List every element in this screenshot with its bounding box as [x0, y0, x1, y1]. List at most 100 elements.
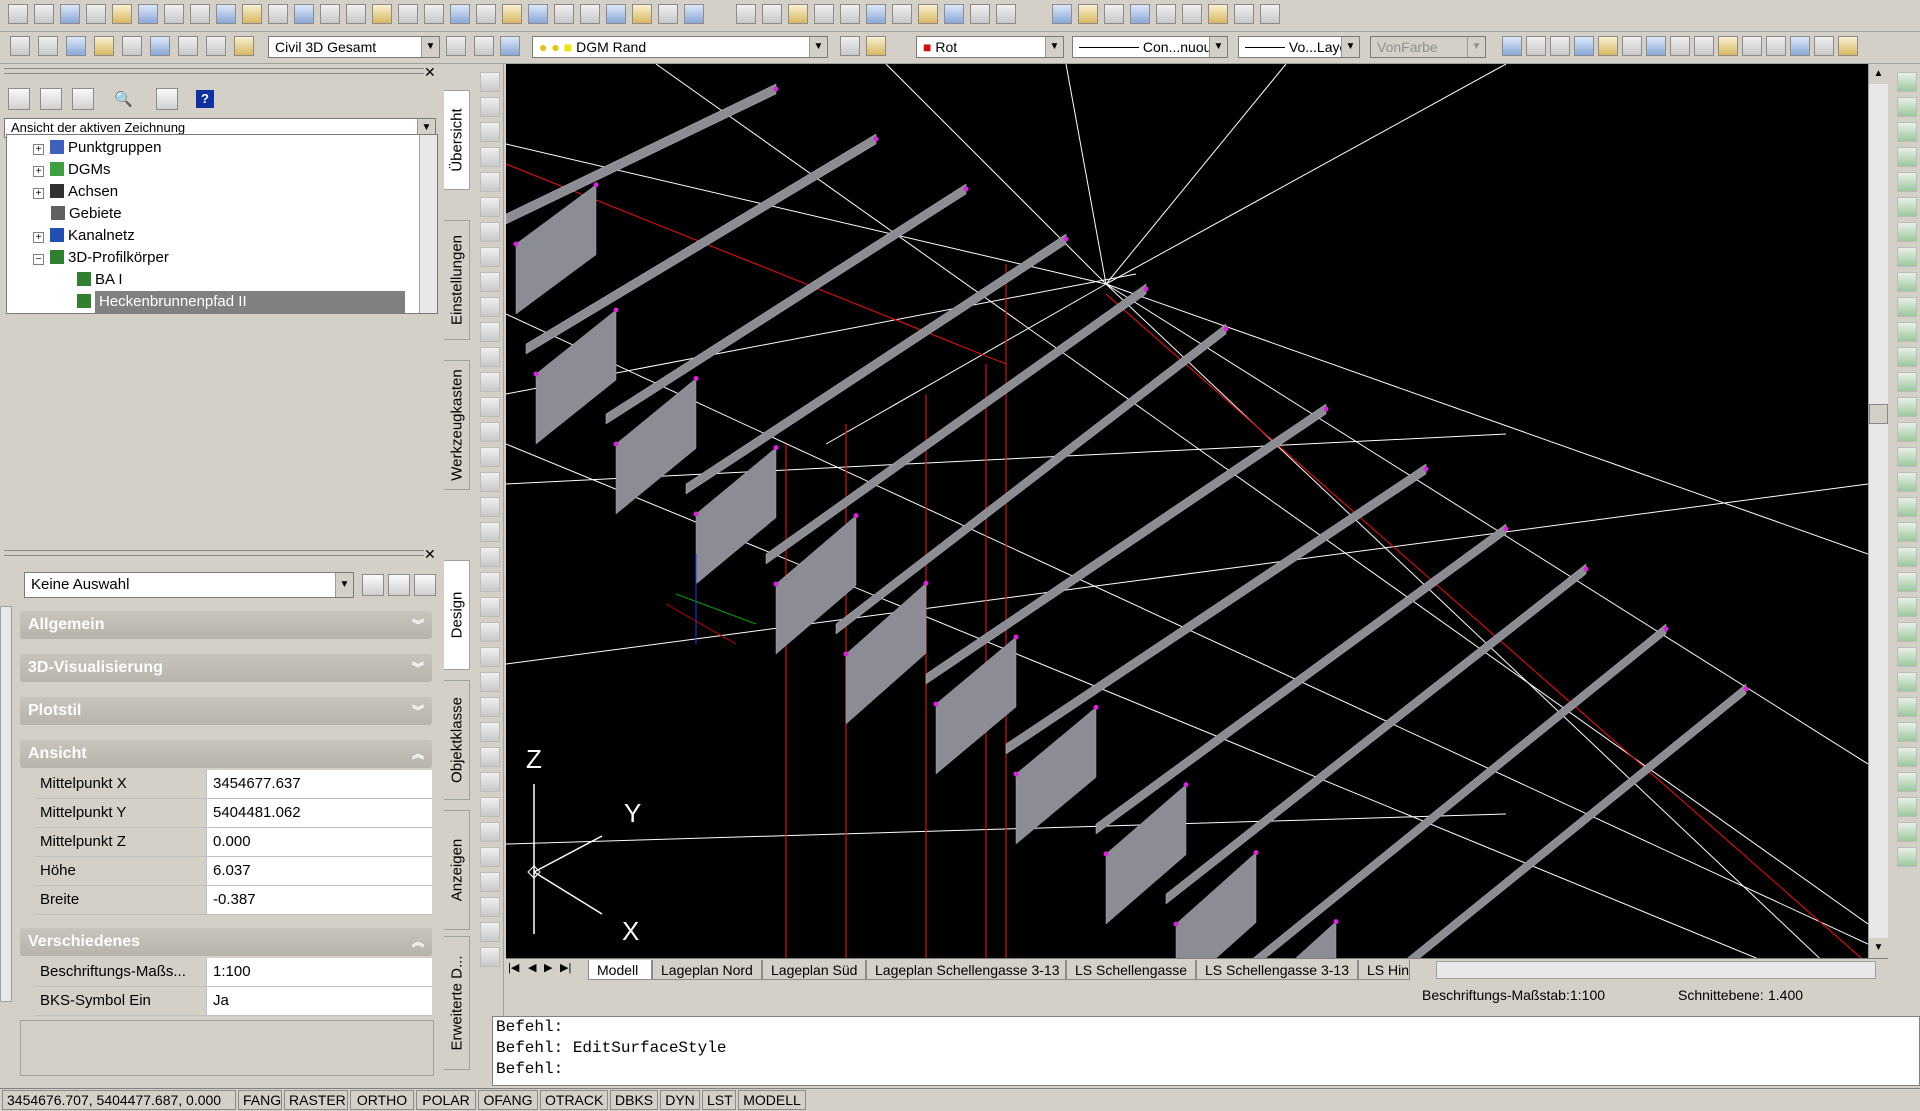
modify-tool-button[interactable] — [1897, 247, 1917, 267]
status-toggle-button[interactable]: MODELL — [738, 1090, 806, 1110]
tree-item[interactable]: BA I — [77, 269, 123, 291]
property-value[interactable]: Ja — [206, 987, 432, 1015]
color-combo[interactable]: ■ Rot ▼ — [916, 36, 1064, 58]
draw-tool-button[interactable] — [480, 722, 500, 742]
toolbar-button[interactable] — [424, 4, 444, 24]
draw-tool-button[interactable] — [480, 97, 500, 117]
property-row[interactable]: Beschriftungs-Maßs... 1:100 — [36, 958, 432, 987]
toolbar-button[interactable] — [372, 4, 392, 24]
properties-scrollbar[interactable] — [0, 606, 12, 1002]
modify-tool-button[interactable] — [1897, 272, 1917, 292]
layout-tab[interactable]: Lageplan Schellengasse 3-13 — [866, 960, 1066, 980]
workspace-combo[interactable]: Civil 3D Gesamt ▼ — [268, 36, 440, 58]
modify-tool-button[interactable] — [1897, 697, 1917, 717]
toolbar-button[interactable] — [446, 36, 466, 56]
layout-tab[interactable]: Lageplan Süd — [762, 960, 866, 980]
draw-tool-button[interactable] — [480, 922, 500, 942]
section-ansicht[interactable]: Ansicht ︽ — [20, 740, 432, 768]
draw-tool-button[interactable] — [480, 222, 500, 242]
modify-tool-button[interactable] — [1897, 197, 1917, 217]
modify-tool-button[interactable] — [1897, 447, 1917, 467]
expand-toggle-icon[interactable]: + — [33, 166, 44, 177]
chevron-down-icon[interactable]: ▼ — [1467, 37, 1485, 57]
toolbar-button[interactable] — [1104, 4, 1124, 24]
draw-tool-button[interactable] — [480, 347, 500, 367]
tab-erweiterte-darstellung[interactable]: Erweiterte D... — [444, 936, 470, 1070]
status-toggle-button[interactable]: DBKS — [610, 1090, 658, 1110]
toolbar-button[interactable] — [996, 4, 1016, 24]
modify-tool-button[interactable] — [1897, 822, 1917, 842]
modify-tool-button[interactable] — [1897, 147, 1917, 167]
toolbar-button[interactable] — [918, 4, 938, 24]
modify-tool-button[interactable] — [1897, 747, 1917, 767]
toolbar-button[interactable] — [814, 4, 834, 24]
draw-tool-button[interactable] — [480, 122, 500, 142]
draw-tool-button[interactable] — [480, 572, 500, 592]
scale-value[interactable]: 1:100 — [1570, 982, 1605, 1008]
modify-tool-button[interactable] — [1897, 72, 1917, 92]
toolbar-button[interactable] — [66, 36, 86, 56]
toolbar-button[interactable] — [1694, 36, 1714, 56]
toolbar-button[interactable] — [554, 4, 574, 24]
property-row[interactable]: Mittelpunkt Z 0.000 — [36, 828, 432, 857]
toolbar-button[interactable] — [1234, 4, 1254, 24]
modify-tool-button[interactable] — [1897, 797, 1917, 817]
modify-tool-button[interactable] — [1897, 222, 1917, 242]
toolbar-button[interactable] — [762, 4, 782, 24]
draw-tool-button[interactable] — [480, 272, 500, 292]
status-toggle-button[interactable]: DYN — [660, 1090, 700, 1110]
panel-grip[interactable] — [4, 550, 424, 556]
modify-tool-button[interactable] — [1897, 672, 1917, 692]
draw-tool-button[interactable] — [480, 672, 500, 692]
toolbar-button[interactable] — [294, 4, 314, 24]
coordinate-display[interactable]: 3454676.707, 5404477.687, 0.000 — [2, 1090, 236, 1110]
tab-uebersicht[interactable]: Übersicht — [444, 90, 470, 190]
modify-tool-button[interactable] — [1897, 572, 1917, 592]
tab-nav-last[interactable]: ▶| — [560, 961, 571, 974]
property-value[interactable]: 6.037 — [206, 857, 432, 885]
toolbar-button[interactable] — [658, 4, 678, 24]
modify-tool-button[interactable] — [1897, 647, 1917, 667]
property-value[interactable]: 0.000 — [206, 828, 432, 856]
toolbar-button[interactable] — [1550, 36, 1570, 56]
toolbar-button[interactable] — [632, 4, 652, 24]
draw-tool-button[interactable] — [480, 897, 500, 917]
toolbar-button[interactable] — [1574, 36, 1594, 56]
modify-tool-button[interactable] — [1897, 597, 1917, 617]
help-icon[interactable]: ? — [196, 90, 214, 108]
section-verschiedenes[interactable]: Verschiedenes ︽ — [20, 928, 432, 956]
modify-tool-button[interactable] — [1897, 397, 1917, 417]
draw-tool-button[interactable] — [480, 522, 500, 542]
toolbar-button[interactable] — [112, 4, 132, 24]
property-value[interactable]: -0.387 — [206, 886, 432, 914]
property-row[interactable]: BKS-Symbol Ein Ja — [36, 987, 432, 1016]
toolbar-button[interactable] — [34, 4, 54, 24]
command-prompt[interactable]: Befehl: — [496, 1059, 1919, 1080]
toolbar-button[interactable] — [476, 4, 496, 24]
command-window[interactable]: Befehl: Befehl: EditSurfaceStyle Befehl: — [492, 1016, 1920, 1086]
modify-tool-button[interactable] — [1897, 472, 1917, 492]
toolbar-button[interactable] — [528, 4, 548, 24]
layout-hscroll[interactable] — [1436, 961, 1876, 979]
toolbar-button[interactable] — [788, 4, 808, 24]
layer-combo[interactable]: ● ● ■ DGM Rand ▼ — [532, 36, 828, 58]
tab-nav-first[interactable]: |◀ — [508, 961, 519, 974]
toolbar-button[interactable] — [1670, 36, 1690, 56]
toolbar-button[interactable] — [1790, 36, 1810, 56]
toolbar-button[interactable] — [684, 4, 704, 24]
prospector-tool-2[interactable] — [40, 88, 62, 110]
toolbar-button[interactable] — [892, 4, 912, 24]
tab-einstellungen[interactable]: Einstellungen — [444, 220, 470, 340]
draw-tool-button[interactable] — [480, 397, 500, 417]
layout-tab[interactable]: LS Schellengasse 3-13 — [1196, 960, 1358, 980]
linetype-combo[interactable]: Con...nuous ▼ — [1072, 36, 1228, 58]
toolbar-button[interactable] — [94, 36, 114, 56]
modify-tool-button[interactable] — [1897, 722, 1917, 742]
status-toggle-button[interactable]: RASTER — [284, 1090, 348, 1110]
tab-design[interactable]: Design — [444, 560, 470, 670]
expand-toggle-icon[interactable]: + — [33, 232, 44, 243]
toolbar-button[interactable] — [502, 4, 522, 24]
property-row[interactable]: Breite -0.387 — [36, 886, 432, 915]
toolbar-button[interactable] — [178, 36, 198, 56]
toolbar-button[interactable] — [1622, 36, 1642, 56]
